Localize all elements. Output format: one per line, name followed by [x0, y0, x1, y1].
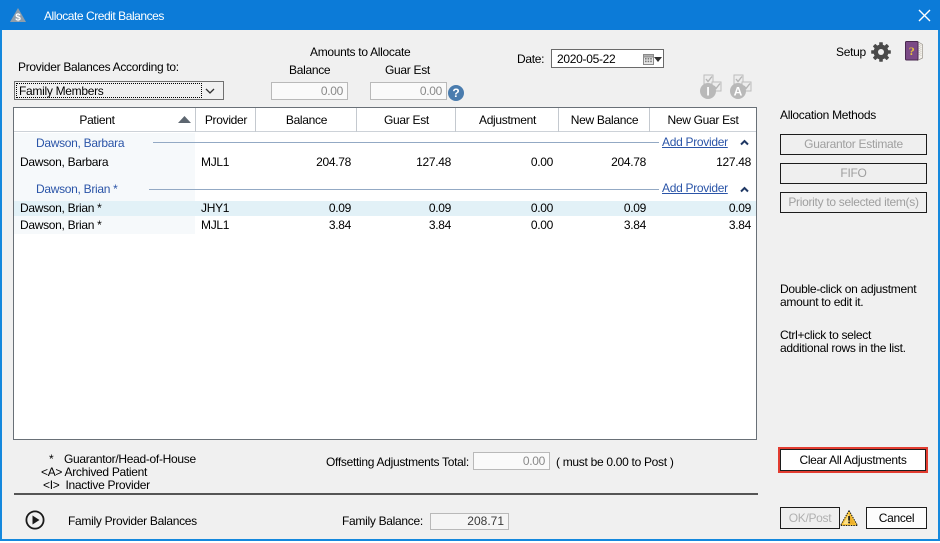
svg-text:$: $ [15, 13, 21, 23]
svg-text:?: ? [909, 44, 915, 58]
svg-text:A: A [734, 85, 743, 99]
svg-text:I: I [706, 85, 709, 99]
